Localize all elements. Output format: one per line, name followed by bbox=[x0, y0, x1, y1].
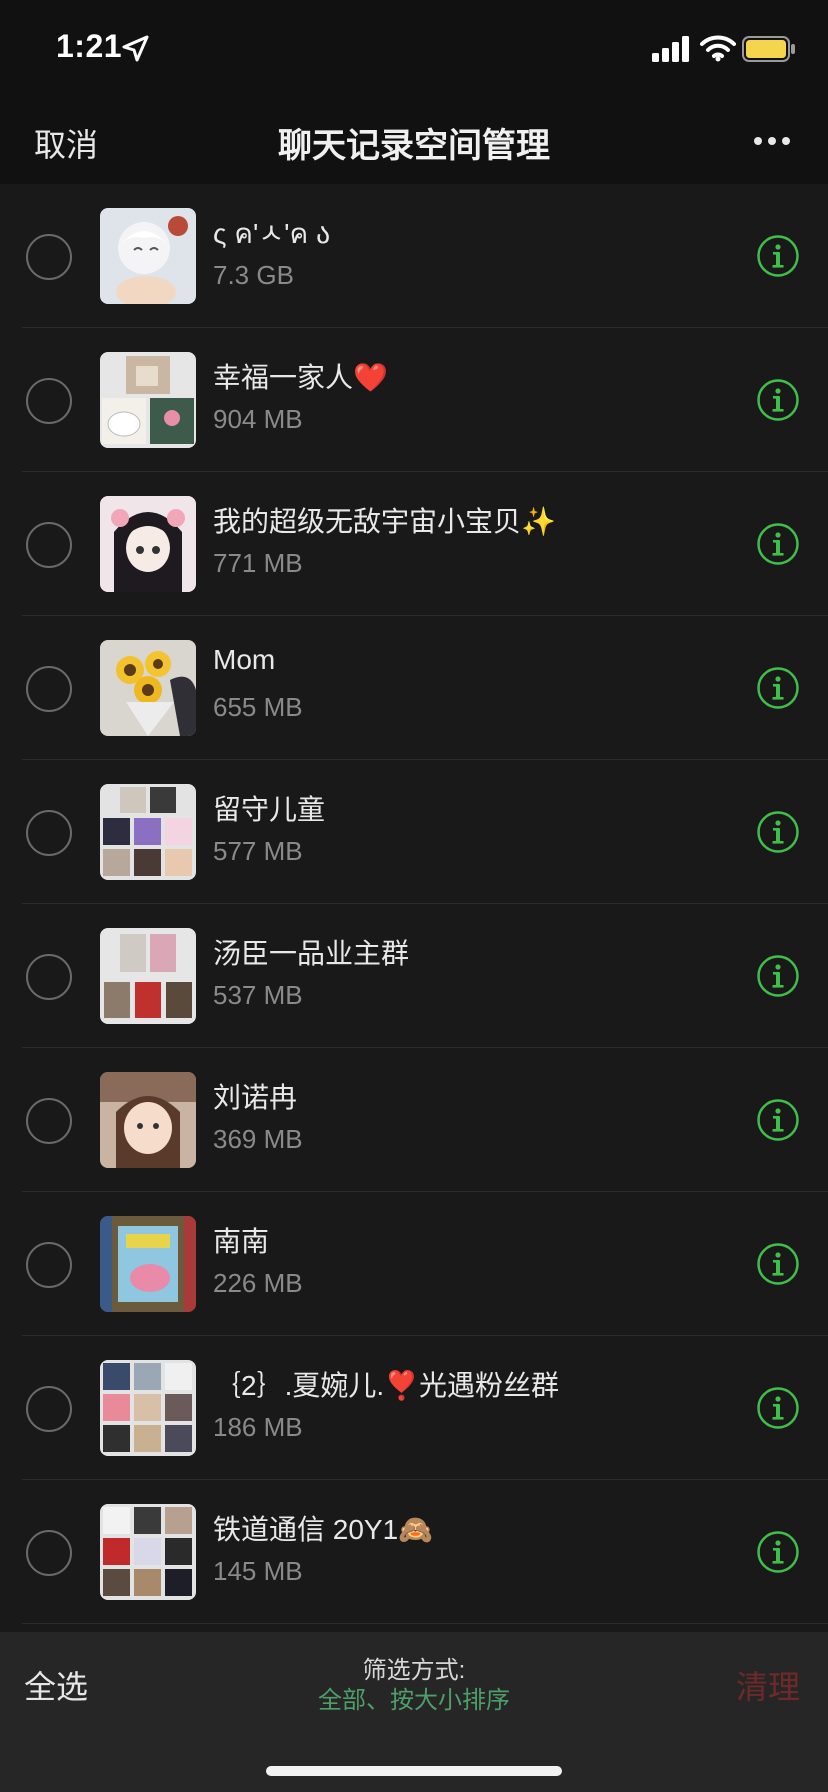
info-icon[interactable] bbox=[756, 522, 800, 566]
chat-name: 汤臣一品业主群 bbox=[213, 938, 410, 969]
chat-row[interactable]: 南南 226 MB bbox=[0, 1192, 828, 1336]
avatar bbox=[100, 1360, 196, 1456]
chat-size: 186 MB bbox=[213, 1412, 303, 1442]
select-radio[interactable] bbox=[26, 1386, 72, 1432]
chat-size: 226 MB bbox=[213, 1268, 303, 1298]
status-bar: 1:21 bbox=[0, 0, 828, 96]
nav-bar: 取消 聊天记录空间管理 bbox=[0, 96, 828, 184]
home-indicator[interactable] bbox=[266, 1766, 562, 1776]
cellular-signal-icon bbox=[652, 36, 689, 62]
chat-row[interactable]: 留守儿童 577 MB bbox=[0, 760, 828, 904]
battery-icon bbox=[742, 36, 795, 62]
chat-row[interactable]: 汤臣一品业主群 537 MB bbox=[0, 904, 828, 1048]
avatar bbox=[100, 784, 196, 880]
chat-size: 771 MB bbox=[213, 548, 303, 578]
avatar bbox=[100, 928, 196, 1024]
chat-row[interactable]: 刘诺冉 369 MB bbox=[0, 1048, 828, 1192]
wifi-icon bbox=[700, 35, 736, 62]
chat-name: 幸福一家人❤️ bbox=[213, 362, 388, 393]
avatar bbox=[100, 352, 196, 448]
info-icon[interactable] bbox=[756, 810, 800, 854]
chat-row[interactable]: 我的超级无敌宇宙小宝贝✨ 771 MB bbox=[0, 472, 828, 616]
select-radio[interactable] bbox=[26, 1098, 72, 1144]
select-radio[interactable] bbox=[26, 234, 72, 280]
location-arrow-icon bbox=[122, 35, 149, 62]
chat-size: 369 MB bbox=[213, 1124, 303, 1154]
avatar bbox=[100, 1504, 196, 1600]
status-time: 1:21 bbox=[56, 28, 123, 64]
info-icon[interactable] bbox=[756, 1242, 800, 1286]
info-icon[interactable] bbox=[756, 1098, 800, 1142]
info-icon[interactable] bbox=[756, 378, 800, 422]
chat-name: 铁道通信 20Y1🙈 bbox=[213, 1514, 434, 1545]
chat-storage-list: ς ค'ㅅ'ค ა 7.3 GB 幸福一家人❤️ 904 MB 我的超级无敌宇宙… bbox=[0, 184, 828, 1624]
chat-name: 留守儿童 bbox=[213, 794, 326, 825]
info-icon[interactable] bbox=[756, 954, 800, 998]
app-window: 1:21 取消 聊天记录空间管理 ς ค'ㅅ'ค ა 7.3 GB 幸福一家人❤… bbox=[0, 0, 828, 1792]
avatar bbox=[100, 496, 196, 592]
clean-button[interactable]: 清理 bbox=[736, 1662, 800, 1708]
chat-size: 7.3 GB bbox=[213, 260, 294, 290]
avatar bbox=[100, 208, 196, 304]
chat-row[interactable]: ｛2｝.夏婉儿.❣️光遇粉丝群 186 MB bbox=[0, 1336, 828, 1480]
select-radio[interactable] bbox=[26, 810, 72, 856]
chat-name: 刘诺冉 bbox=[213, 1082, 298, 1113]
select-radio[interactable] bbox=[26, 954, 72, 1000]
avatar bbox=[100, 1216, 196, 1312]
more-dots-icon[interactable] bbox=[752, 134, 792, 148]
avatar bbox=[100, 1072, 196, 1168]
info-icon[interactable] bbox=[756, 1386, 800, 1430]
select-radio[interactable] bbox=[26, 666, 72, 712]
chat-name: 我的超级无敌宇宙小宝贝✨ bbox=[213, 506, 556, 537]
filter-value-link[interactable]: 全部、按大小排序 bbox=[0, 1680, 828, 1715]
chat-size: 145 MB bbox=[213, 1556, 303, 1586]
chat-size: 577 MB bbox=[213, 836, 303, 866]
chat-row[interactable]: 铁道通信 20Y1🙈 145 MB bbox=[0, 1480, 828, 1624]
info-icon[interactable] bbox=[756, 234, 800, 278]
chat-size: 655 MB bbox=[213, 692, 303, 722]
chat-name: ｛2｝.夏婉儿.❣️光遇粉丝群 bbox=[213, 1370, 559, 1401]
chat-row[interactable]: ς ค'ㅅ'ค ა 7.3 GB bbox=[0, 184, 828, 328]
info-icon[interactable] bbox=[756, 666, 800, 710]
chat-row[interactable]: Mom 655 MB bbox=[0, 616, 828, 760]
chat-name: 南南 bbox=[213, 1226, 270, 1257]
chat-row[interactable]: 幸福一家人❤️ 904 MB bbox=[0, 328, 828, 472]
select-radio[interactable] bbox=[26, 522, 72, 568]
select-radio[interactable] bbox=[26, 1530, 72, 1576]
chat-size: 537 MB bbox=[213, 980, 303, 1010]
chat-size: 904 MB bbox=[213, 404, 303, 434]
page-title: 聊天记录空间管理 bbox=[278, 127, 550, 165]
avatar bbox=[100, 640, 196, 736]
info-icon[interactable] bbox=[756, 1530, 800, 1574]
select-radio[interactable] bbox=[26, 378, 72, 424]
chat-name: ς ค'ㅅ'ค ა bbox=[213, 218, 331, 249]
select-radio[interactable] bbox=[26, 1242, 72, 1288]
chat-name: Mom bbox=[213, 644, 276, 675]
